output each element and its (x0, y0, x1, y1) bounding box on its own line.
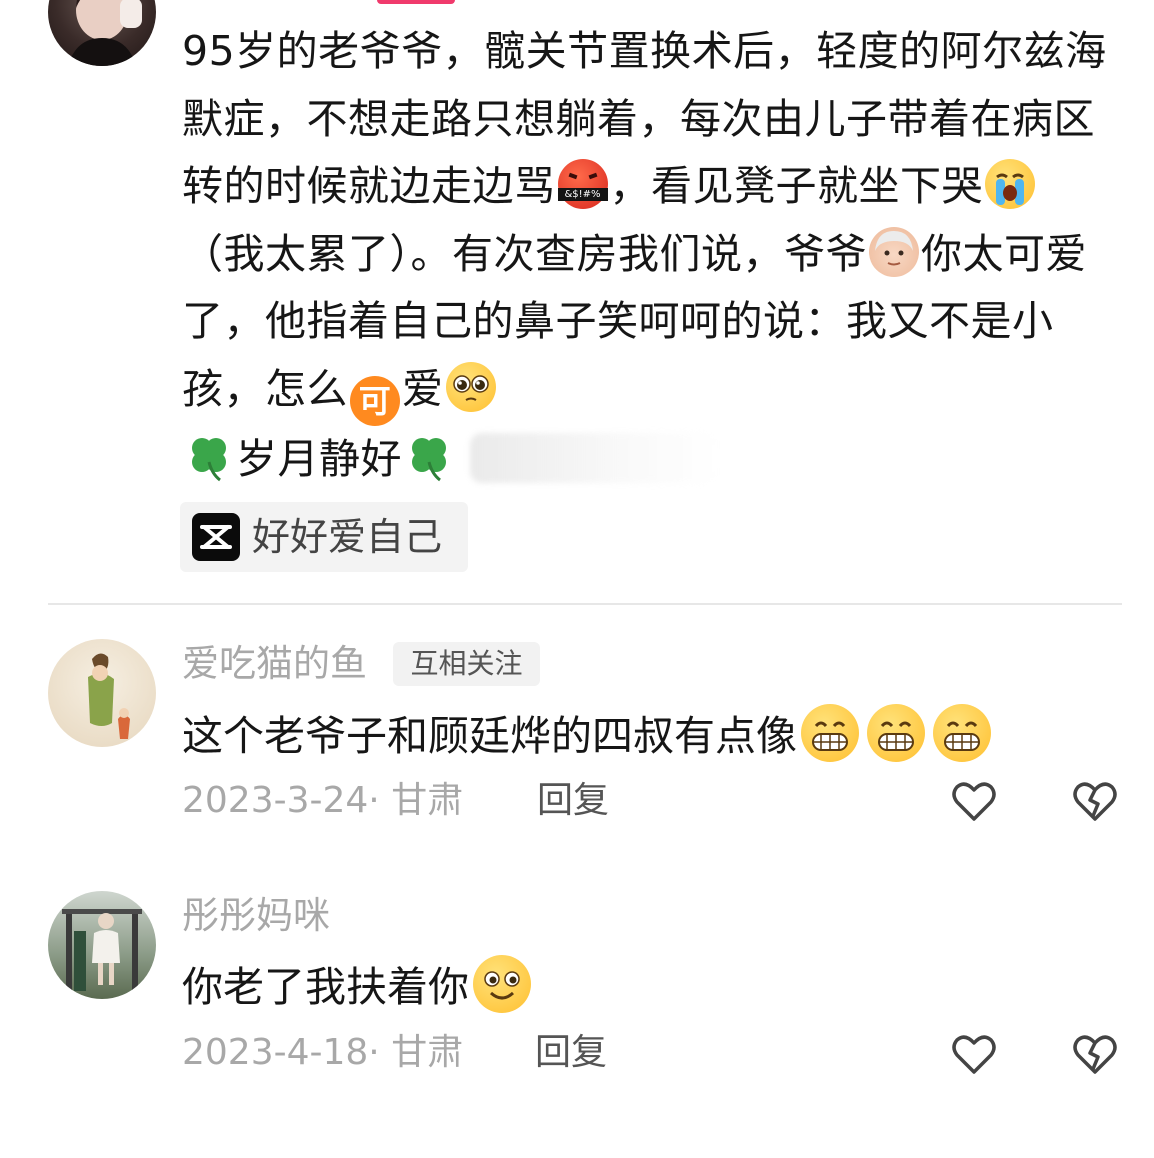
music-tag[interactable]: 好好爱自己 (180, 502, 468, 572)
crying-face-emoji (985, 159, 1035, 209)
old-man-emoji (869, 226, 919, 277)
commenter-username[interactable]: 爱吃猫的鱼 (182, 640, 367, 688)
capcut-logo-icon (192, 513, 240, 561)
commenter-avatar[interactable] (48, 639, 156, 747)
commenter-username[interactable]: 彤彤妈咪 (182, 892, 330, 940)
divider (48, 603, 1122, 605)
four-leaf-clover-emoji (184, 432, 234, 482)
grinning-face-emoji (933, 704, 991, 762)
post-text-part-6: 岁月静好 (236, 434, 402, 483)
pleading-face-emoji (445, 361, 496, 412)
grinning-face-emoji (867, 704, 925, 762)
heart-outline-icon[interactable] (949, 1029, 999, 1079)
post-text: 95岁的老爷爷，髋关节置换术后，轻度的阿尔兹海默症，不想走路只想躺着，每次由儿子… (182, 18, 1112, 493)
grinning-face-emoji (801, 704, 859, 762)
smiling-face-emoji (473, 955, 531, 1013)
post-text-part-5: 爱 (402, 364, 444, 413)
blurred-text (470, 432, 720, 483)
reply-button[interactable]: 回复 (535, 1030, 607, 1076)
cursing-face-emoji: &$!#% (557, 159, 608, 209)
heart-outline-icon[interactable] (949, 776, 999, 826)
comment-date-location: 2023-4-18· 甘肃 (182, 1032, 464, 1073)
comment-text: 这个老爷子和顾廷烨的四叔有点像 (182, 704, 995, 764)
post-text-part-2: ，看见凳子就坐下哭 (609, 162, 983, 210)
broken-heart-outline-icon[interactable] (1070, 1029, 1120, 1079)
commenter-avatar[interactable] (48, 891, 156, 999)
mutual-follow-badge: 互相关注 (393, 642, 540, 686)
top-accent-bar (377, 0, 455, 4)
poster-avatar[interactable] (48, 0, 156, 66)
four-leaf-clover-emoji (404, 432, 454, 482)
reply-button[interactable]: 回复 (537, 778, 609, 824)
music-tag-label: 好好爱自己 (252, 515, 443, 559)
broken-heart-outline-icon[interactable] (1070, 776, 1120, 826)
ke-badge-emoji: 可 (350, 375, 400, 426)
comment-date-location: 2023-3-24· 甘肃 (182, 780, 464, 821)
post-text-part-3: （我太累了）。有次查房我们说，爷爷 (182, 229, 867, 278)
comment-text: 你老了我扶着你 (182, 955, 535, 1015)
